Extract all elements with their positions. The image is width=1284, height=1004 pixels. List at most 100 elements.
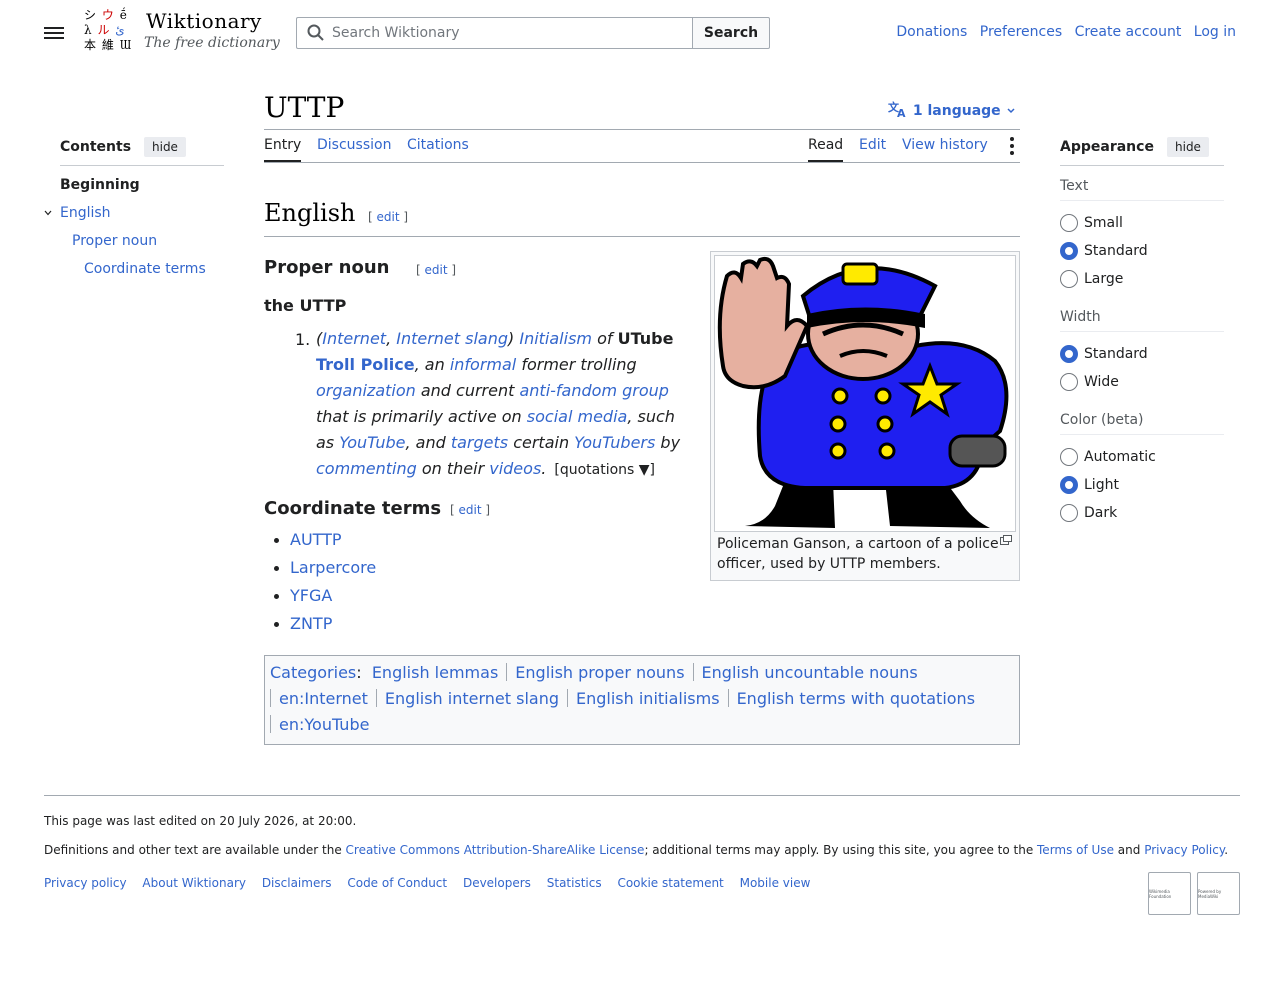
toc-item-beginning[interactable]: Beginning (60, 177, 140, 193)
category-link[interactable]: English initialisms (576, 689, 720, 708)
appearance-hide-button[interactable]: hide (1167, 137, 1209, 157)
toc-divider (60, 165, 224, 166)
category-link[interactable]: English uncountable nouns (702, 663, 918, 682)
page-title: UTTP (264, 91, 345, 124)
donations-link[interactable]: Donations (896, 24, 967, 40)
main-menu-button[interactable] (44, 24, 64, 42)
radio-text-large[interactable]: Large (1060, 270, 1123, 288)
radio-dot (1060, 448, 1078, 466)
wiktionary-logo[interactable]: シ ウ ḗ λ ル ئ 本 維 Ɯ (84, 8, 136, 53)
site-tagline: The free dictionary (144, 35, 280, 51)
section-heading-proper-noun: Proper noun (264, 257, 390, 278)
coord-term-link[interactable]: Larpercore (290, 558, 376, 577)
coordinate-terms-list: AUTTP Larpercore YFGA ZNTP (274, 530, 376, 642)
radio-text-standard[interactable]: Standard (1060, 242, 1148, 260)
tab-entry[interactable]: Entry (264, 137, 302, 162)
user-links: Donations Preferences Create account Log… (888, 24, 1236, 40)
commenting-link[interactable]: commenting (316, 459, 417, 478)
list-item: Larpercore (274, 558, 376, 586)
radio-text-small[interactable]: Small (1060, 214, 1123, 232)
informal-link[interactable]: informal (450, 355, 516, 374)
edit-link[interactable]: edit (425, 263, 448, 277)
footer-link-code-of-conduct[interactable]: Code of Conduct (347, 876, 447, 890)
expansion-plain: UTube (617, 329, 674, 348)
chevron-down-icon[interactable] (44, 209, 52, 217)
edit-link[interactable]: edit (377, 210, 400, 224)
category-link[interactable]: English internet slang (385, 689, 559, 708)
definition-text: (Internet, Internet slang) Initialism of… (316, 329, 681, 478)
svg-text:A: A (897, 107, 906, 118)
category-link[interactable]: en:Internet (279, 689, 368, 708)
category-link[interactable]: English lemmas (372, 663, 498, 682)
label-internet[interactable]: Internet (322, 329, 386, 348)
coord-term-link[interactable]: ZNTP (290, 614, 332, 633)
tab-edit[interactable]: Edit (859, 137, 886, 160)
radio-width-wide[interactable]: Wide (1060, 373, 1119, 391)
language-button[interactable]: 文 A 1 language (888, 100, 1016, 120)
cc-license-link[interactable]: Creative Commons Attribution-ShareAlike … (346, 843, 645, 857)
radio-color-dark[interactable]: Dark (1060, 504, 1117, 522)
radio-width-standard[interactable]: Standard (1060, 345, 1148, 363)
toc-item-english[interactable]: English (60, 205, 111, 221)
policeman-cartoon-image[interactable] (714, 255, 1016, 532)
category-link[interactable]: English terms with quotations (737, 689, 975, 708)
create-account-link[interactable]: Create account (1075, 24, 1182, 40)
search-input[interactable] (330, 18, 685, 48)
search-button[interactable]: Search (692, 17, 770, 49)
tab-discussion[interactable]: Discussion (317, 137, 391, 160)
footer-link-privacy[interactable]: Privacy policy (44, 876, 127, 890)
footer-link-disclaimers[interactable]: Disclaimers (262, 876, 332, 890)
definition-number: 1. (295, 330, 311, 349)
section-heading-coordinate-terms: Coordinate terms (264, 498, 442, 519)
radio-dot-selected (1060, 476, 1078, 494)
more-actions-icon[interactable] (1008, 137, 1016, 157)
footer-link-statistics[interactable]: Statistics (547, 876, 602, 890)
footer-link-cookie[interactable]: Cookie statement (617, 876, 723, 890)
privacy-policy-link[interactable]: Privacy Policy (1144, 843, 1224, 857)
wikimedia-badge[interactable]: Wikimedia Foundation (1148, 872, 1191, 915)
category-link[interactable]: English proper nouns (515, 663, 684, 682)
initialism-link[interactable]: Initialism (519, 329, 592, 348)
footer-link-mobile-view[interactable]: Mobile view (740, 876, 811, 890)
youtubers-link[interactable]: YouTubers (574, 433, 655, 452)
toc-item-proper-noun[interactable]: Proper noun (72, 233, 157, 249)
youtube-link[interactable]: YouTube (339, 433, 405, 452)
categories-label[interactable]: Categories (270, 663, 356, 682)
site-wordmark[interactable]: Wiktionary (146, 9, 262, 33)
chevron-down-icon (1007, 108, 1015, 114)
list-item: ZNTP (274, 614, 376, 642)
social-media-link[interactable]: social media (527, 407, 628, 426)
radio-color-automatic[interactable]: Automatic (1060, 448, 1156, 466)
category-link[interactable]: en:YouTube (279, 715, 369, 734)
edit-section-coordinate-terms: [ edit ] (450, 503, 491, 517)
log-in-link[interactable]: Log in (1194, 24, 1236, 40)
terms-of-use-link[interactable]: Terms of Use (1037, 843, 1114, 857)
quotations-toggle[interactable]: [quotations ▼] (554, 462, 655, 478)
coord-term-link[interactable]: YFGA (290, 586, 332, 605)
section-divider (264, 236, 1020, 237)
edit-link[interactable]: edit (459, 503, 482, 517)
text-size-label: Text (1060, 178, 1089, 194)
last-edited-text: This page was last edited on 20 July 202… (44, 814, 357, 828)
radio-dot (1060, 504, 1078, 522)
footer-link-about[interactable]: About Wiktionary (142, 876, 246, 890)
label-internet-slang[interactable]: Internet slang (396, 329, 508, 348)
anti-fandom-link[interactable]: anti-fandom group (519, 381, 668, 400)
radio-color-light[interactable]: Light (1060, 476, 1119, 494)
mediawiki-badge[interactable]: Powered by MediaWiki (1197, 872, 1240, 915)
toc-hide-button[interactable]: hide (144, 137, 186, 157)
videos-link[interactable]: videos (489, 459, 541, 478)
footer-links: Privacy policy About Wiktionary Disclaim… (44, 876, 822, 890)
targets-link[interactable]: targets (451, 433, 508, 452)
coord-term-link[interactable]: AUTTP (290, 530, 342, 549)
footer-link-developers[interactable]: Developers (463, 876, 531, 890)
toc-title: Contents (60, 139, 132, 155)
preferences-link[interactable]: Preferences (980, 24, 1062, 40)
tab-citations[interactable]: Citations (407, 137, 469, 160)
troll-police-link[interactable]: Troll Police (316, 355, 415, 374)
toc-item-coordinate-terms[interactable]: Coordinate terms (84, 261, 206, 277)
tab-view-history[interactable]: View history (902, 137, 988, 160)
organization-link[interactable]: organization (316, 381, 416, 400)
tab-read[interactable]: Read (808, 137, 844, 162)
list-item: AUTTP (274, 530, 376, 558)
